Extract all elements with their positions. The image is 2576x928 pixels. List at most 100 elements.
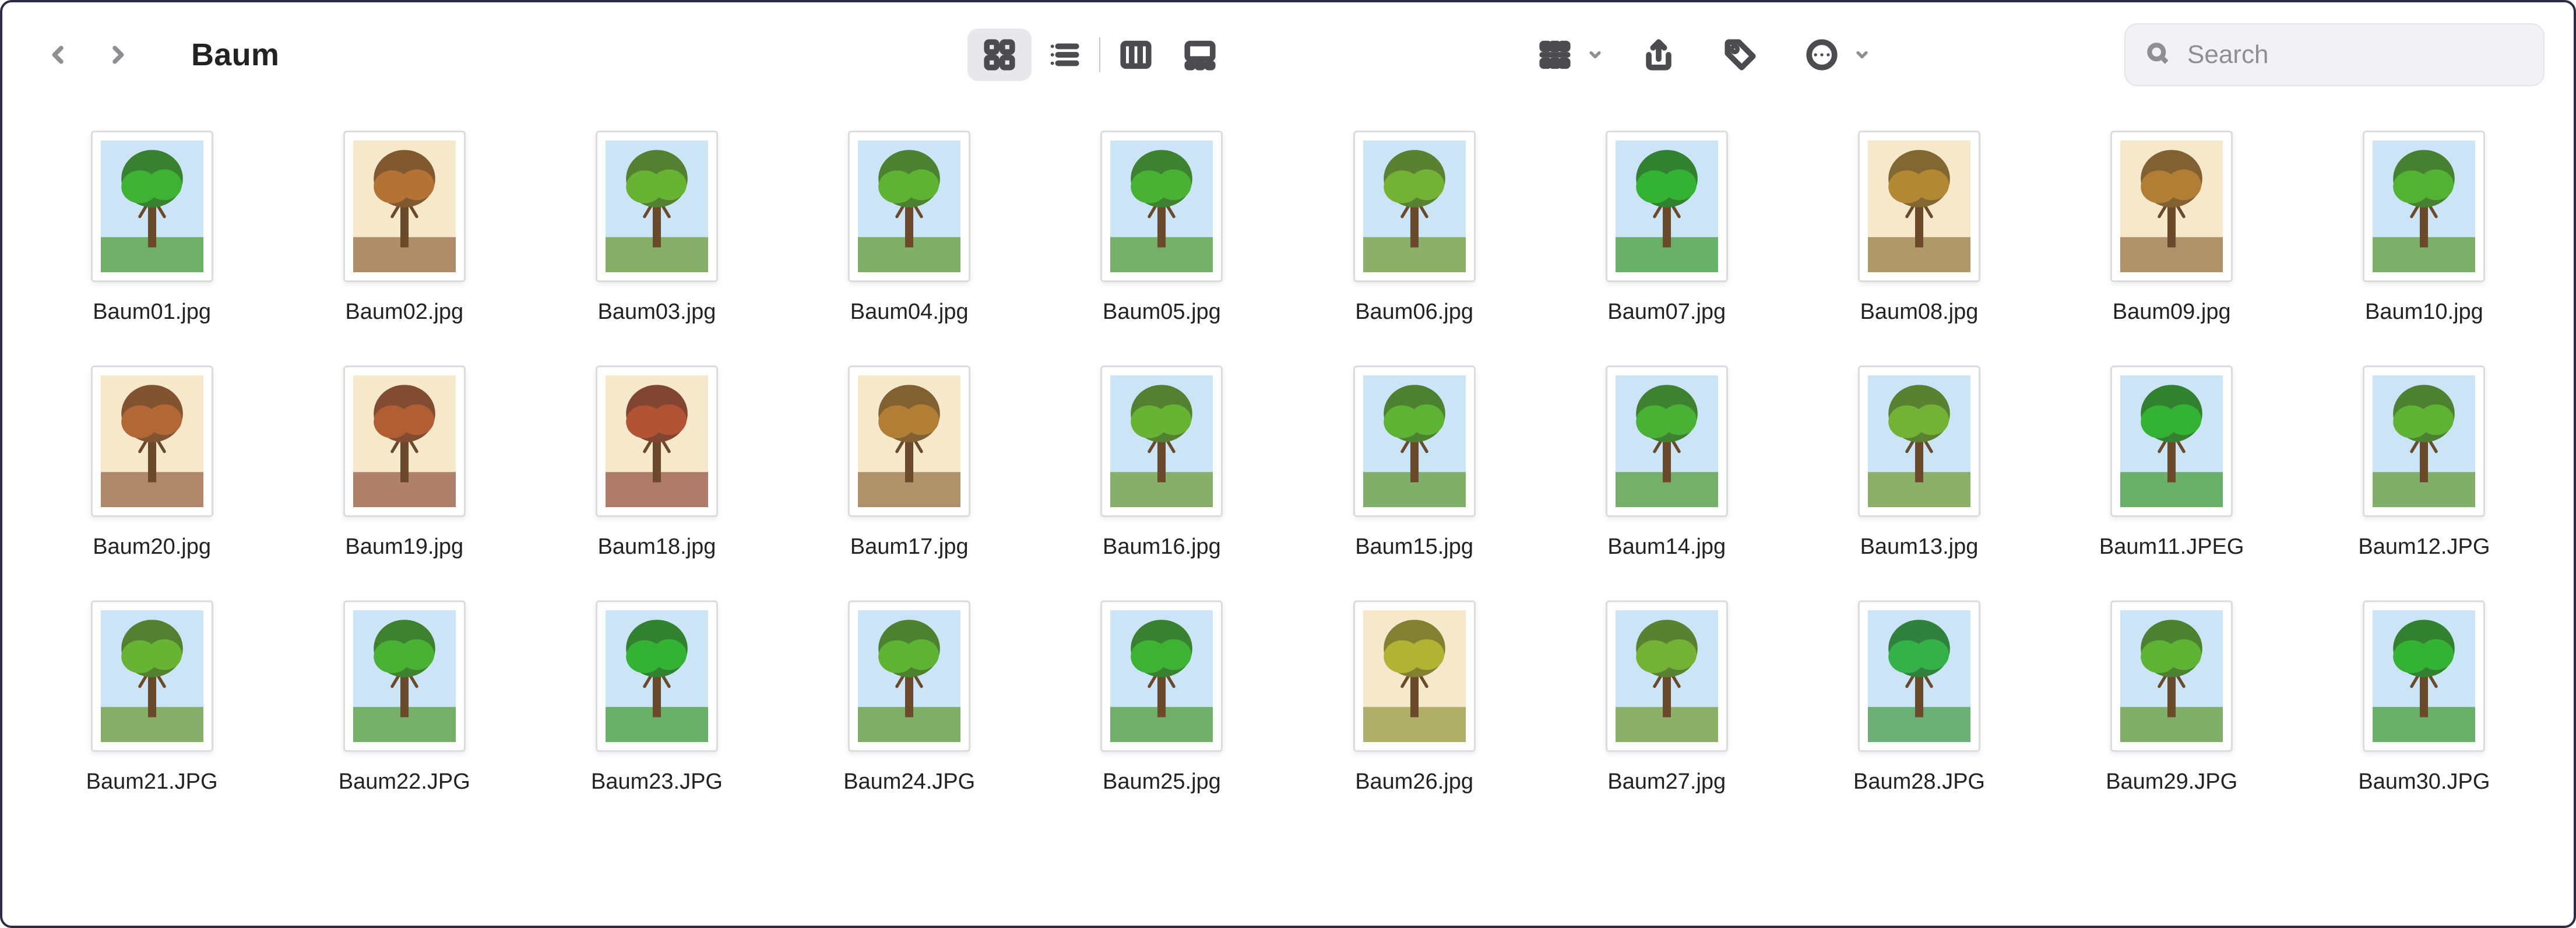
file-thumbnail xyxy=(1858,365,1980,517)
more-actions-button[interactable] xyxy=(1796,29,1870,81)
file-thumbnail xyxy=(1100,365,1223,517)
file-item[interactable]: Baum01.jpg xyxy=(37,131,266,325)
search-input[interactable] xyxy=(2186,40,2524,70)
view-gallery[interactable] xyxy=(1168,29,1232,81)
more-icon xyxy=(1796,29,1848,81)
chevron-down-icon xyxy=(1587,47,1603,63)
file-thumbnail xyxy=(848,600,970,752)
file-thumbnail xyxy=(1606,600,1728,752)
file-thumbnail xyxy=(1858,131,1980,282)
file-item[interactable]: Baum04.jpg xyxy=(795,131,1024,325)
file-name: Baum25.jpg xyxy=(1103,769,1221,795)
file-item[interactable]: Baum14.jpg xyxy=(1552,365,1781,560)
file-thumbnail xyxy=(1100,131,1223,282)
file-name: Baum04.jpg xyxy=(850,300,969,325)
group-by-icon xyxy=(1529,29,1581,81)
forward-button[interactable] xyxy=(97,34,139,76)
file-item[interactable]: Baum28.JPG xyxy=(1804,600,2033,795)
group-by-button[interactable] xyxy=(1529,29,1603,81)
file-item[interactable]: Baum22.JPG xyxy=(290,600,519,795)
file-thumbnail xyxy=(2110,131,2233,282)
file-item[interactable]: Baum07.jpg xyxy=(1552,131,1781,325)
view-icon-grid[interactable] xyxy=(967,29,1032,81)
file-item[interactable]: Baum05.jpg xyxy=(1047,131,1276,325)
view-list[interactable] xyxy=(1032,29,1096,81)
file-thumbnail xyxy=(91,131,213,282)
file-item[interactable]: Baum10.jpg xyxy=(2310,131,2539,325)
file-name: Baum08.jpg xyxy=(1860,300,1979,325)
toolbar: Baum xyxy=(2,2,2574,107)
finder-window: Baum xyxy=(0,0,2576,928)
file-item[interactable]: Baum20.jpg xyxy=(37,365,266,560)
file-item[interactable]: Baum09.jpg xyxy=(2057,131,2286,325)
file-thumbnail xyxy=(2110,600,2233,752)
file-name: Baum28.JPG xyxy=(1853,769,1985,795)
file-thumbnail xyxy=(848,365,970,517)
file-item[interactable]: Baum24.JPG xyxy=(795,600,1024,795)
back-button[interactable] xyxy=(37,34,79,76)
file-item[interactable]: Baum13.jpg xyxy=(1804,365,2033,560)
file-thumbnail xyxy=(343,365,466,517)
file-name: Baum14.jpg xyxy=(1607,535,1726,560)
search-field[interactable] xyxy=(2124,23,2545,86)
file-name: Baum15.jpg xyxy=(1355,535,1473,560)
nav-group xyxy=(37,34,139,76)
file-thumbnail xyxy=(343,131,466,282)
file-item[interactable]: Baum25.jpg xyxy=(1047,600,1276,795)
tags-button[interactable] xyxy=(1714,29,1766,81)
file-name: Baum18.jpg xyxy=(598,535,716,560)
file-item[interactable]: Baum03.jpg xyxy=(542,131,771,325)
tool-group xyxy=(1529,29,1870,81)
file-item[interactable]: Baum02.jpg xyxy=(290,131,519,325)
file-item[interactable]: Baum27.jpg xyxy=(1552,600,1781,795)
file-item[interactable]: Baum29.JPG xyxy=(2057,600,2286,795)
file-thumbnail xyxy=(596,131,718,282)
file-item[interactable]: Baum30.JPG xyxy=(2310,600,2539,795)
file-thumbnail xyxy=(1353,131,1476,282)
file-thumbnail xyxy=(1353,600,1476,752)
file-name: Baum29.JPG xyxy=(2106,769,2237,795)
file-item[interactable]: Baum15.jpg xyxy=(1300,365,1529,560)
file-thumbnail xyxy=(91,365,213,517)
file-item[interactable]: Baum12.JPG xyxy=(2310,365,2539,560)
file-item[interactable]: Baum16.jpg xyxy=(1047,365,1276,560)
file-item[interactable]: Baum18.jpg xyxy=(542,365,771,560)
file-name: Baum06.jpg xyxy=(1355,300,1473,325)
view-separator xyxy=(1099,37,1100,72)
file-item[interactable]: Baum08.jpg xyxy=(1804,131,2033,325)
file-name: Baum30.JPG xyxy=(2358,769,2490,795)
file-thumbnail xyxy=(848,131,970,282)
file-thumbnail xyxy=(1353,365,1476,517)
view-switch xyxy=(967,29,1232,81)
file-thumbnail xyxy=(1606,131,1728,282)
file-name: Baum03.jpg xyxy=(598,300,716,325)
file-item[interactable]: Baum11.JPEG xyxy=(2057,365,2286,560)
chevron-down-icon xyxy=(1854,47,1870,63)
file-name: Baum20.jpg xyxy=(93,535,211,560)
file-name: Baum10.jpg xyxy=(2365,300,2483,325)
file-item[interactable]: Baum26.jpg xyxy=(1300,600,1529,795)
file-name: Baum26.jpg xyxy=(1355,769,1473,795)
search-icon xyxy=(2145,41,2171,69)
file-grid-inner: Baum01.jpg Baum02.jpg Baum03.jpg Baum04.… xyxy=(37,131,2539,795)
file-name: Baum16.jpg xyxy=(1103,535,1221,560)
file-item[interactable]: Baum06.jpg xyxy=(1300,131,1529,325)
file-item[interactable]: Baum23.JPG xyxy=(542,600,771,795)
share-button[interactable] xyxy=(1632,29,1685,81)
file-thumbnail xyxy=(596,600,718,752)
file-thumbnail xyxy=(1858,600,1980,752)
file-item[interactable]: Baum21.JPG xyxy=(37,600,266,795)
file-name: Baum07.jpg xyxy=(1607,300,1726,325)
file-name: Baum21.JPG xyxy=(86,769,218,795)
file-name: Baum24.JPG xyxy=(843,769,975,795)
file-name: Baum05.jpg xyxy=(1103,300,1221,325)
file-grid[interactable]: Baum01.jpg Baum02.jpg Baum03.jpg Baum04.… xyxy=(2,107,2574,926)
file-item[interactable]: Baum19.jpg xyxy=(290,365,519,560)
file-thumbnail xyxy=(1100,600,1223,752)
folder-title: Baum xyxy=(191,37,279,73)
file-thumbnail xyxy=(2363,365,2485,517)
file-thumbnail xyxy=(91,600,213,752)
view-columns[interactable] xyxy=(1104,29,1168,81)
file-thumbnail xyxy=(2363,131,2485,282)
file-item[interactable]: Baum17.jpg xyxy=(795,365,1024,560)
